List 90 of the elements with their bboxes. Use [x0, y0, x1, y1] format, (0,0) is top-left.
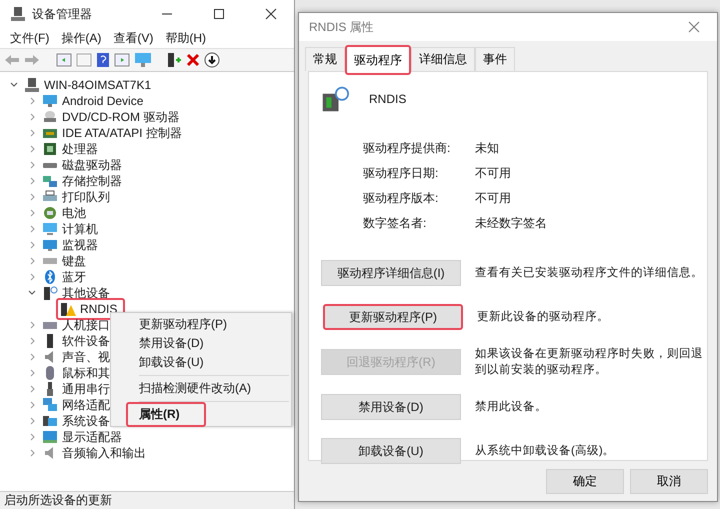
menu-item[interactable]: 卸载设备(U)	[139, 354, 204, 371]
menu-item[interactable]: 禁用设备(D)	[139, 335, 204, 352]
menu-item[interactable]: 属性(R)	[126, 402, 206, 427]
tree-item[interactable]: 电池	[62, 204, 86, 222]
dialog-button[interactable]: 确定	[546, 469, 624, 494]
info-label: 数字签名者:	[363, 215, 428, 231]
tree-item[interactable]: 键盘	[62, 252, 86, 270]
forward-icon[interactable]	[24, 53, 40, 67]
info-label: 驱动程序提供商:	[363, 140, 452, 156]
device-add-icon[interactable]	[166, 52, 182, 68]
tree-item[interactable]: 鼠标和其	[62, 364, 110, 382]
computer-icon	[42, 413, 58, 429]
tree-item[interactable]: 系统设备	[62, 412, 110, 430]
action-description: 更新此设备的驱动程序。	[477, 309, 610, 325]
tree-item[interactable]: 监视器	[62, 236, 98, 254]
chevron-icon[interactable]	[28, 289, 36, 297]
tree-item[interactable]: 人机接口	[62, 316, 110, 334]
tree-item[interactable]: 存储控制器	[62, 172, 122, 190]
drive-icon	[42, 109, 58, 125]
action-button[interactable]: 更新驱动程序(P)	[323, 304, 463, 330]
menu-item[interactable]: 扫描检测硬件改动(A)	[139, 380, 251, 397]
menu-item[interactable]: 文件(F)	[6, 30, 58, 46]
dialog-title: RNDIS 属性	[309, 18, 375, 36]
tree-item[interactable]: 软件设备	[62, 332, 110, 350]
network-icon	[42, 397, 58, 413]
chevron-icon[interactable]	[10, 81, 18, 89]
action-description: 查看有关已安装驱动程序文件的详细信息。	[475, 265, 704, 281]
close-icon	[688, 21, 700, 33]
action-description: 从系统中卸载设备(高级)。	[475, 443, 616, 459]
monitor-icon	[42, 93, 58, 109]
menu-item[interactable]: 操作(A)	[57, 30, 110, 46]
window-icon[interactable]	[114, 53, 130, 67]
tree-item[interactable]: 蓝牙	[62, 268, 86, 286]
battery-icon	[42, 205, 58, 221]
menu-item[interactable]: 更新驱动程序(P)	[139, 316, 227, 333]
computer-icon	[10, 6, 26, 22]
menu-item[interactable]: 帮助(H)	[161, 30, 214, 46]
tree-item[interactable]: 计算机	[62, 220, 98, 238]
action-button[interactable]: 卸载设备(U)	[321, 438, 461, 464]
device-unknown-icon	[321, 85, 349, 113]
monitor-icon[interactable]	[134, 52, 152, 68]
device-warning-icon	[60, 301, 76, 317]
chip-icon	[42, 141, 58, 157]
help-icon[interactable]	[96, 52, 110, 68]
tree-item[interactable]: 其他设备	[62, 284, 110, 302]
tab[interactable]: 详细信息	[411, 47, 475, 71]
info-value: 未经数字签名	[475, 215, 548, 231]
action-button[interactable]: 驱动程序详细信息(I)	[321, 260, 461, 286]
tree-item[interactable]: WIN-84OIMSAT7K1	[44, 78, 152, 92]
action-description: 如果该设备在更新驱动程序时失败，则回退到以前安装的驱动程序。	[475, 346, 704, 378]
status-bar: 启动所选设备的更新	[0, 491, 294, 509]
info-label: 驱动程序版本:	[363, 190, 440, 206]
tree-item[interactable]: 音频输入和输出	[62, 444, 146, 462]
tree-item[interactable]: 处理器	[62, 140, 98, 158]
maximize-icon	[213, 8, 225, 20]
back-icon[interactable]	[4, 53, 20, 67]
controller-icon	[42, 173, 58, 189]
download-icon[interactable]	[204, 52, 220, 68]
bluetooth-icon	[42, 269, 58, 285]
action-description: 禁用此设备。	[475, 400, 548, 415]
tree-item[interactable]: IDE ATA/ATAPI 控制器	[62, 124, 182, 142]
tree-item[interactable]: 声音、视	[62, 348, 110, 366]
monitor-icon	[42, 221, 58, 237]
tab[interactable]: 驱动程序	[345, 45, 411, 75]
tree-item[interactable]: 通用串行	[62, 380, 110, 398]
device-icon	[42, 285, 58, 301]
tree-item[interactable]: 显示适配器	[62, 428, 122, 446]
menu-item[interactable]: 查看(V)	[109, 30, 162, 46]
window-title: 设备管理器	[32, 6, 93, 22]
tree-item[interactable]: 打印队列	[62, 188, 110, 206]
display-icon	[42, 429, 58, 445]
action-button[interactable]: 禁用设备(D)	[321, 394, 461, 420]
tab[interactable]: 常规	[305, 47, 345, 71]
tree-item[interactable]: 网络适配	[62, 396, 110, 414]
info-value: 未知	[475, 140, 500, 156]
device-name: RNDIS	[369, 92, 406, 106]
dialog-button[interactable]: 取消	[630, 469, 708, 494]
close-icon	[265, 8, 277, 20]
delete-icon[interactable]	[186, 53, 200, 67]
tree-item[interactable]: Android Device	[62, 94, 144, 108]
tree-item[interactable]: DVD/CD-ROM 驱动器	[62, 108, 180, 126]
tree-item[interactable]: RNDIS	[80, 302, 118, 316]
tab[interactable]: 事件	[475, 47, 515, 71]
monitor-icon	[42, 237, 58, 253]
info-value: 不可用	[475, 190, 512, 206]
computer-icon	[24, 77, 40, 93]
info-label: 驱动程序日期:	[363, 165, 440, 181]
tree-item[interactable]: 磁盘驱动器	[62, 156, 122, 174]
info-value: 不可用	[475, 165, 512, 181]
window-icon[interactable]	[56, 53, 72, 67]
